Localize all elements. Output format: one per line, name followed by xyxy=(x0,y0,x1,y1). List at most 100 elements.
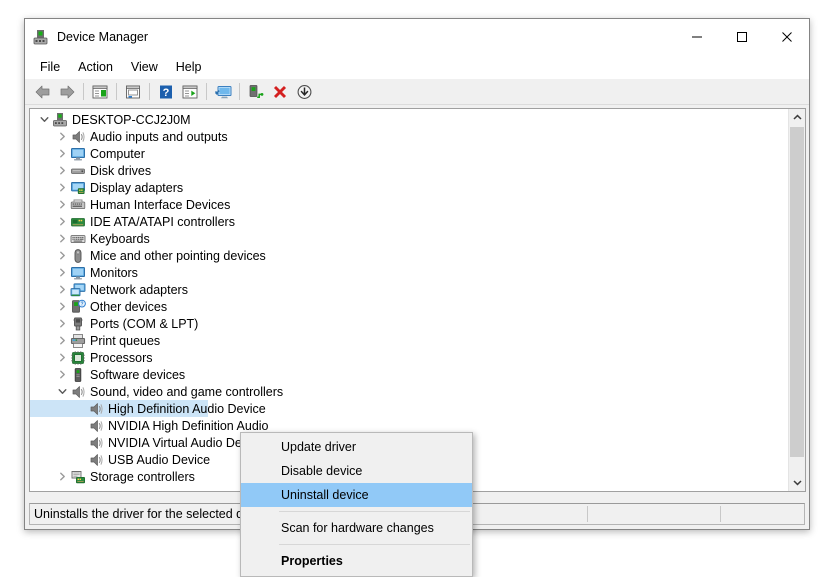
tree-item[interactable]: Sound, video and game controllers xyxy=(30,383,788,400)
tree-expander-collapsed-icon[interactable] xyxy=(54,196,70,213)
toolbar-separator-4 xyxy=(206,83,207,100)
context-menu-item-scan-for-hardware-changes[interactable]: Scan for hardware changes xyxy=(241,516,472,540)
tree-expander-collapsed-icon[interactable] xyxy=(54,349,70,366)
processor-icon xyxy=(70,350,86,366)
computer-root-icon xyxy=(52,112,68,128)
scrollbar-thumb[interactable] xyxy=(790,127,804,457)
tree-item[interactable]: Network adapters xyxy=(30,281,788,298)
tree-item[interactable]: Print queues xyxy=(30,332,788,349)
enable-device-button[interactable] xyxy=(244,81,268,103)
device-tree: DESKTOP-CCJ2J0M Audio inputs and outputs C… xyxy=(30,111,788,485)
caption-buttons xyxy=(674,19,809,55)
tree-item-label: IDE ATA/ATAPI controllers xyxy=(90,214,235,229)
context-menu-separator xyxy=(279,544,470,545)
menu-help[interactable]: Help xyxy=(167,57,211,77)
context-menu-separator xyxy=(279,511,470,512)
toolbar: ? xyxy=(25,79,809,105)
keyboard-icon xyxy=(70,231,86,247)
menu-view[interactable]: View xyxy=(122,57,167,77)
status-divider-1 xyxy=(587,506,588,522)
ide-controller-icon xyxy=(70,214,86,230)
speaker-icon xyxy=(88,418,104,434)
tree-item-label: Storage controllers xyxy=(90,469,195,484)
close-button[interactable] xyxy=(764,19,809,55)
port-icon xyxy=(70,316,86,332)
tree-item-label: Ports (COM & LPT) xyxy=(90,316,199,331)
speaker-icon xyxy=(88,452,104,468)
tree-expander-collapsed-icon[interactable] xyxy=(54,281,70,298)
tree-item[interactable]: Disk drives xyxy=(30,162,788,179)
minimize-button[interactable] xyxy=(674,19,719,55)
tree-item[interactable]: Monitors xyxy=(30,264,788,281)
tree-expander-collapsed-icon[interactable] xyxy=(54,162,70,179)
scan-hardware-changes-button[interactable] xyxy=(211,81,235,103)
tree-item-label: Processors xyxy=(90,350,153,365)
tree-item[interactable]: Computer xyxy=(30,145,788,162)
tree-expander-expanded-icon[interactable] xyxy=(54,383,70,400)
device-manager-icon xyxy=(32,28,50,46)
uninstall-device-button[interactable] xyxy=(268,81,292,103)
tree-item[interactable]: High Definition Audio Device xyxy=(30,400,788,417)
help-button[interactable]: ? xyxy=(154,81,178,103)
forward-button[interactable] xyxy=(55,81,79,103)
tree-expander-collapsed-icon[interactable] xyxy=(54,468,70,485)
tree-item-label: USB Audio Device xyxy=(108,452,211,467)
maximize-button[interactable] xyxy=(719,19,764,55)
tree-expander-collapsed-icon[interactable] xyxy=(54,247,70,264)
tree-expander-collapsed-icon[interactable] xyxy=(54,332,70,349)
tree-expander-collapsed-icon[interactable] xyxy=(54,213,70,230)
scroll-up-button[interactable] xyxy=(789,109,805,126)
window-title: Device Manager xyxy=(57,30,149,44)
network-adapter-icon xyxy=(70,282,86,298)
svg-text:?: ? xyxy=(163,87,170,99)
scroll-down-button[interactable] xyxy=(789,474,805,491)
tree-item[interactable]: Mice and other pointing devices xyxy=(30,247,788,264)
tree-item-label: Mice and other pointing devices xyxy=(90,248,266,263)
tree-expander-collapsed-icon[interactable] xyxy=(54,298,70,315)
context-menu-item-update-driver[interactable]: Update driver xyxy=(241,435,472,459)
tree-item[interactable]: Processors xyxy=(30,349,788,366)
context-menu-item-properties[interactable]: Properties xyxy=(241,549,472,573)
menu-action[interactable]: Action xyxy=(69,57,122,77)
tree-expander-collapsed-icon[interactable] xyxy=(54,315,70,332)
properties-button[interactable] xyxy=(121,81,145,103)
show-hide-console-tree-button[interactable] xyxy=(88,81,112,103)
software-device-icon xyxy=(70,367,86,383)
tree-item[interactable]: IDE ATA/ATAPI controllers xyxy=(30,213,788,230)
tree-item[interactable]: Ports (COM & LPT) xyxy=(30,315,788,332)
tree-item[interactable]: Software devices xyxy=(30,366,788,383)
tree-expander-expanded-icon[interactable] xyxy=(36,111,52,128)
tree-expander-collapsed-icon[interactable] xyxy=(54,366,70,383)
tree-expander-collapsed-icon[interactable] xyxy=(54,179,70,196)
tree-item[interactable]: Display adapters xyxy=(30,179,788,196)
status-bar-text: Uninstalls the driver for the selected d… xyxy=(34,507,276,521)
menu-bar: File Action View Help xyxy=(25,55,809,79)
tree-expander-collapsed-icon[interactable] xyxy=(54,145,70,162)
mouse-icon xyxy=(70,248,86,264)
toolbar-separator-5 xyxy=(239,83,240,100)
tree-item[interactable]: ? Other devices xyxy=(30,298,788,315)
storage-controller-icon xyxy=(70,469,86,485)
tree-item[interactable]: Human Interface Devices xyxy=(30,196,788,213)
menu-file[interactable]: File xyxy=(31,57,69,77)
tree-item-label: Audio inputs and outputs xyxy=(90,129,228,144)
tree-expander-collapsed-icon[interactable] xyxy=(54,128,70,145)
toolbar-separator-1 xyxy=(83,83,84,100)
update-driver-button[interactable] xyxy=(178,81,202,103)
tree-expander-none-icon xyxy=(72,417,88,434)
context-menu: Update driver Disable device Uninstall dev… xyxy=(240,432,473,577)
tree-item[interactable]: Audio inputs and outputs xyxy=(30,128,788,145)
back-button[interactable] xyxy=(31,81,55,103)
tree-item-label: Network adapters xyxy=(90,282,188,297)
tree-item-label: Print queues xyxy=(90,333,161,348)
vertical-scrollbar[interactable] xyxy=(788,109,805,491)
context-menu-item-uninstall-device[interactable]: Uninstall device xyxy=(241,483,472,507)
context-menu-item-disable-device[interactable]: Disable device xyxy=(241,459,472,483)
tree-item[interactable]: Keyboards xyxy=(30,230,788,247)
tree-item-label: Keyboards xyxy=(90,231,150,246)
tree-root-node[interactable]: DESKTOP-CCJ2J0M xyxy=(30,111,788,128)
tree-expander-collapsed-icon[interactable] xyxy=(54,230,70,247)
disable-device-button[interactable] xyxy=(292,81,316,103)
tree-expander-collapsed-icon[interactable] xyxy=(54,264,70,281)
svg-text:?: ? xyxy=(80,301,83,307)
